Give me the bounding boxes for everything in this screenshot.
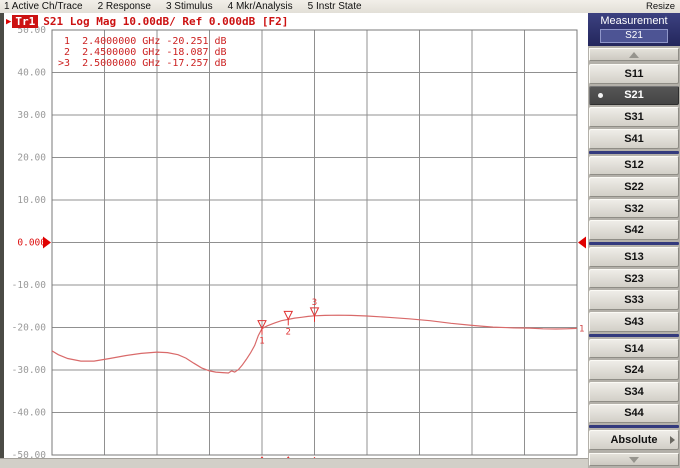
menu-item-3[interactable]: 3 Stimulus	[166, 1, 213, 12]
panel-title: Measurement	[588, 15, 680, 27]
sidebar-item-s31[interactable]: S31	[589, 107, 679, 127]
sidebar-item-s24[interactable]: S24	[589, 360, 679, 380]
y-axis-tick-label: -30.00	[12, 365, 47, 376]
softkey-label: S42	[624, 224, 644, 236]
y-axis-tick-label: 0.000	[17, 238, 46, 249]
sidebar-item-s22[interactable]: S22	[589, 177, 679, 197]
softkey-label: S13	[624, 251, 644, 263]
softkey-label: S23	[624, 273, 644, 285]
ref-level-arrow-right-icon	[578, 237, 586, 249]
softkey-label: S11	[625, 68, 644, 80]
marker-readout-line: >3 2.5000000 GHz -17.257 dB	[58, 58, 227, 69]
sidebar-item-s34[interactable]: S34	[589, 382, 679, 402]
menu-bar: 1 Active Ch/Trace 2 Response 3 Stimulus 4 M…	[0, 0, 680, 14]
marker-readout-line: 1 2.4000000 GHz -20.251 dB	[58, 36, 227, 47]
softkey-buttons: S11 S21 S31 S41 S12 S22 S32 S42 S13 S23 S33 S43 S14 S…	[588, 63, 680, 451]
active-trace-arrow-icon: ▶	[6, 17, 11, 27]
y-axis-tick-label: -40.00	[12, 408, 47, 419]
menu-item-4[interactable]: 4 Mkr/Analysis	[228, 1, 293, 12]
trace-number-label: 1	[579, 324, 584, 334]
s21-chart: 50.0040.0030.0020.0010.000.000-10.00-20.…	[0, 13, 588, 459]
marker-2-number: 2	[286, 327, 291, 337]
softkey-group-separator	[589, 242, 679, 245]
menu-item-5[interactable]: 5 Instr State	[308, 1, 362, 12]
panel-current-value: S21	[600, 29, 668, 43]
trace-settings-text: S21 Log Mag 10.00dB/ Ref 0.000dB [F2]	[43, 15, 288, 28]
softkey-label: S32	[624, 203, 644, 215]
y-axis-tick-label: 20.00	[17, 153, 46, 164]
triangle-up-icon	[629, 52, 639, 58]
sidebar-item-absolute[interactable]: Absolute	[589, 430, 679, 450]
y-axis-tick-label: 40.00	[17, 68, 46, 79]
marker-readout-line: 2 2.4500000 GHz -18.087 dB	[58, 47, 227, 58]
softkey-panel-header: Measurement S21	[588, 13, 680, 46]
softkey-label: S33	[624, 294, 644, 306]
trace-info-bar: ▶ Tr1 S21 Log Mag 10.00dB/ Ref 0.000dB […	[6, 15, 288, 28]
softkey-group-separator	[589, 334, 679, 337]
marker-readout: 1 2.4000000 GHz -20.251 dB 2 2.4500000 G…	[58, 36, 227, 69]
softkey-scroll-up-button[interactable]	[589, 48, 679, 61]
bottom-strip	[0, 458, 588, 468]
softkey-group-separator	[589, 425, 679, 428]
softkey-label: S24	[624, 364, 644, 376]
softkey-group-separator	[589, 151, 679, 154]
sidebar-item-s13[interactable]: S13	[589, 247, 679, 267]
trace-id-badge: Tr1	[12, 15, 38, 28]
softkey-label: S22	[624, 181, 644, 193]
plot-pane: 50.0040.0030.0020.0010.000.000-10.00-20.…	[0, 13, 588, 468]
marker-1-number: 1	[259, 337, 264, 347]
sidebar-item-s43[interactable]: S43	[589, 312, 679, 332]
y-axis-tick-label: 10.00	[17, 195, 46, 206]
screen-left-edge	[0, 13, 4, 459]
softkey-scroll-down-button[interactable]	[589, 453, 679, 466]
softkey-label: S21	[624, 89, 644, 101]
softkey-label: S34	[624, 386, 644, 398]
softkey-label: S44	[624, 407, 644, 419]
softkey-label: S31	[624, 111, 644, 123]
marker-3-number: 3	[312, 298, 317, 308]
sidebar-item-s12[interactable]: S12	[589, 156, 679, 176]
sidebar-item-s23[interactable]: S23	[589, 269, 679, 289]
sidebar-item-s14[interactable]: S14	[589, 339, 679, 359]
sidebar-item-s44[interactable]: S44	[589, 404, 679, 424]
resize-button[interactable]: Resize	[646, 1, 680, 12]
softkey-label: S41	[624, 133, 644, 145]
sidebar-item-s33[interactable]: S33	[589, 290, 679, 310]
ref-level-arrow-left-icon	[43, 237, 51, 249]
menu-item-2[interactable]: 2 Response	[98, 1, 151, 12]
sidebar-item-s32[interactable]: S32	[589, 199, 679, 219]
submenu-arrow-icon	[670, 436, 675, 444]
softkey-label: S14	[624, 343, 644, 355]
softkey-label: Absolute	[610, 434, 657, 446]
sidebar-item-s42[interactable]: S42	[589, 220, 679, 240]
y-axis-tick-label: 30.00	[17, 110, 46, 121]
vna-screen: 1 Active Ch/Trace 2 Response 3 Stimulus 4 M…	[0, 0, 680, 468]
selected-dot-icon	[598, 93, 603, 98]
sidebar-item-s11[interactable]: S11	[589, 64, 679, 84]
sidebar-item-s41[interactable]: S41	[589, 129, 679, 149]
menu-item-1[interactable]: 1 Active Ch/Trace	[4, 1, 83, 12]
y-axis-tick-label: -20.00	[12, 323, 47, 334]
y-axis-tick-label: -10.00	[12, 280, 47, 291]
softkey-label: S12	[624, 159, 644, 171]
measurement-softkey-panel: Measurement S21 S11 S21 S31 S41 S12 S22 S32 S42…	[588, 13, 680, 468]
softkey-label: S43	[624, 316, 644, 328]
menu-items: 1 Active Ch/Trace 2 Response 3 Stimulus 4 M…	[0, 1, 646, 12]
sidebar-item-s21[interactable]: S21	[589, 86, 679, 106]
triangle-down-icon	[629, 457, 639, 463]
marker-2-triangle-icon	[284, 311, 292, 319]
